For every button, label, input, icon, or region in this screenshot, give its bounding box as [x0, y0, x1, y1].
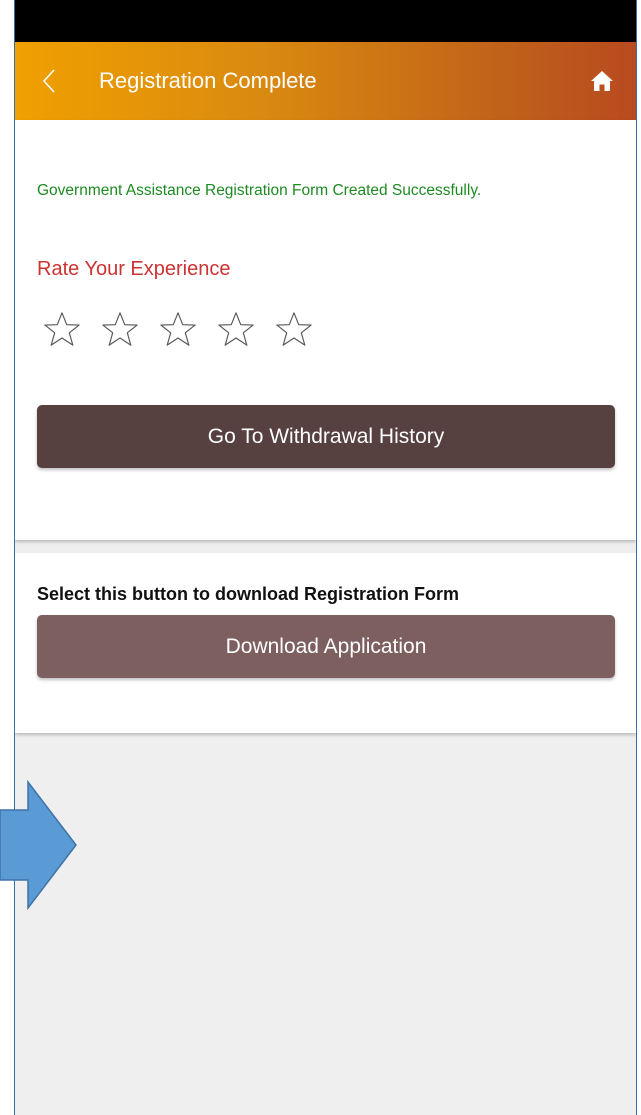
registration-status-card: Government Assistance Registration Form …: [15, 120, 636, 540]
star-icon[interactable]: [217, 310, 255, 348]
withdrawal-history-button[interactable]: Go To Withdrawal History: [37, 405, 615, 468]
phone-screen: Registration Complete Government Assista…: [14, 0, 637, 1115]
home-icon: [591, 71, 613, 91]
download-instruction: Select this button to download Registrat…: [37, 584, 459, 604]
star-icon[interactable]: [101, 310, 139, 348]
page-title: Registration Complete: [99, 68, 317, 93]
star-rating: [43, 310, 313, 348]
star-icon[interactable]: [159, 310, 197, 348]
screenshot-page: Registration Complete Government Assista…: [0, 0, 641, 1115]
star-icon[interactable]: [43, 310, 81, 348]
app-bar: Registration Complete: [15, 42, 636, 120]
chevron-left-icon: [42, 69, 55, 93]
download-card: Select this button to download Registrat…: [15, 553, 636, 733]
home-button[interactable]: [588, 68, 616, 94]
success-message: Government Assistance Registration Form …: [37, 182, 482, 199]
download-application-button[interactable]: Download Application: [37, 615, 615, 678]
status-bar: [15, 0, 636, 42]
star-icon[interactable]: [275, 310, 313, 348]
rate-experience-label: Rate Your Experience: [37, 258, 231, 280]
annotation-arrow-icon: [0, 780, 77, 910]
back-button[interactable]: [37, 66, 61, 96]
